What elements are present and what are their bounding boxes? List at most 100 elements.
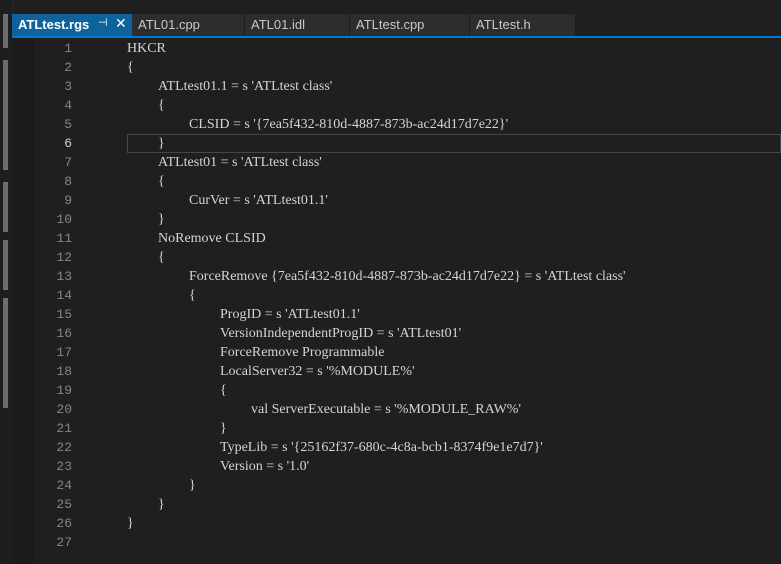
- code-line[interactable]: 10}: [12, 210, 781, 229]
- code-line[interactable]: 7 ATLtest01 = s 'ATLtest class': [12, 153, 781, 172]
- code-line[interactable]: 5 CLSID = s '{7ea5f432-810d-4887-873b-ac2…: [12, 115, 781, 134]
- code-line-area[interactable]: CLSID = s '{7ea5f432-810d-4887-873b-ac24…: [127, 115, 781, 134]
- tool-window-tab-3[interactable]: [3, 182, 8, 232]
- code-line[interactable]: 9 CurVer = s 'ATLtest01.1': [12, 191, 781, 210]
- code-line[interactable]: 1 HKCR: [12, 39, 781, 58]
- code-text[interactable]: }: [189, 476, 196, 495]
- code-line[interactable]: 18 LocalServer32 = s '%MODULE%': [12, 362, 781, 381]
- tab-atl01-cpp[interactable]: ATL01.cpp: [132, 14, 244, 36]
- code-text[interactable]: CLSID = s '{7ea5f432-810d-4887-873b-ac24…: [189, 115, 508, 134]
- code-line[interactable]: 22 TypeLib = s '{25162f37-680c-4c8a-bcb1-…: [12, 438, 781, 457]
- code-text[interactable]: NoRemove CLSID: [158, 229, 266, 248]
- code-line-area[interactable]: }: [127, 419, 781, 438]
- code-text[interactable]: VersionIndependentProgID = s 'ATLtest01': [220, 324, 461, 343]
- code-line-area[interactable]: }: [127, 476, 781, 495]
- code-text[interactable]: LocalServer32 = s '%MODULE%': [220, 362, 415, 381]
- code-line-area[interactable]: NoRemove CLSID: [127, 229, 781, 248]
- code-text[interactable]: val ServerExecutable = s '%MODULE_RAW%': [251, 400, 521, 419]
- code-line-area[interactable]: VersionIndependentProgID = s 'ATLtest01': [127, 324, 781, 343]
- code-line-area[interactable]: }: [127, 514, 781, 533]
- code-text[interactable]: }: [158, 134, 165, 153]
- code-line-area[interactable]: {: [127, 286, 781, 305]
- close-icon[interactable]: ✕: [115, 15, 127, 32]
- line-number: 13: [56, 269, 72, 284]
- code-line-area[interactable]: [127, 533, 781, 552]
- code-text[interactable]: }: [158, 210, 165, 229]
- code-text[interactable]: ATLtest01.1 = s 'ATLtest class': [158, 77, 332, 96]
- code-line-area[interactable]: }: [127, 210, 781, 229]
- code-line[interactable]: 15 ProgID = s 'ATLtest01.1': [12, 305, 781, 324]
- code-text[interactable]: ForceRemove {7ea5f432-810d-4887-873b-ac2…: [189, 267, 626, 286]
- code-line[interactable]: 6}: [12, 134, 781, 153]
- code-line[interactable]: 13 ForceRemove {7ea5f432-810d-4887-873b-a…: [12, 267, 781, 286]
- line-number: 15: [56, 307, 72, 322]
- line-number: 14: [56, 288, 72, 303]
- code-text[interactable]: }: [127, 514, 134, 533]
- code-line-area[interactable]: HKCR: [127, 39, 781, 58]
- code-line-area[interactable]: }: [127, 134, 781, 153]
- code-text[interactable]: {: [158, 172, 165, 191]
- code-text[interactable]: }: [220, 419, 227, 438]
- code-text[interactable]: {: [158, 248, 165, 267]
- code-line-area[interactable]: {: [127, 381, 781, 400]
- code-line-area[interactable]: ProgID = s 'ATLtest01.1': [127, 305, 781, 324]
- code-line[interactable]: 11 NoRemove CLSID: [12, 229, 781, 248]
- code-line-area[interactable]: ForceRemove {7ea5f432-810d-4887-873b-ac2…: [127, 267, 781, 286]
- tool-window-tab-2[interactable]: [3, 60, 8, 170]
- code-editor[interactable]: 1 HKCR 2{3 ATLtest01.1 = s 'ATLtest class' 4…: [12, 38, 781, 564]
- code-line-area[interactable]: CurVer = s 'ATLtest01.1': [127, 191, 781, 210]
- code-line-area[interactable]: val ServerExecutable = s '%MODULE_RAW%': [127, 400, 781, 419]
- tab-atltest-rgs[interactable]: ATLtest.rgs ⊣ ✕: [12, 14, 132, 36]
- line-number: 20: [56, 402, 72, 417]
- code-line[interactable]: 27: [12, 533, 781, 552]
- code-line-area[interactable]: {: [127, 248, 781, 267]
- code-line[interactable]: 23 Version = s '1.0': [12, 457, 781, 476]
- code-line[interactable]: 25}: [12, 495, 781, 514]
- code-line-area[interactable]: }: [127, 495, 781, 514]
- code-line[interactable]: 17 ForceRemove Programmable: [12, 343, 781, 362]
- tab-atltest-cpp[interactable]: ATLtest.cpp: [350, 14, 469, 36]
- code-line[interactable]: 26}: [12, 514, 781, 533]
- code-text[interactable]: ForceRemove Programmable: [220, 343, 384, 362]
- code-text[interactable]: {: [127, 58, 134, 77]
- code-line[interactable]: 12 {: [12, 248, 781, 267]
- code-line-area[interactable]: Version = s '1.0': [127, 457, 781, 476]
- tool-window-tab-1[interactable]: [3, 14, 8, 48]
- code-text[interactable]: {: [158, 96, 165, 115]
- code-text[interactable]: {: [220, 381, 227, 400]
- code-line[interactable]: 8{: [12, 172, 781, 191]
- code-text[interactable]: }: [158, 495, 165, 514]
- code-line-area[interactable]: ATLtest01 = s 'ATLtest class': [127, 153, 781, 172]
- code-line[interactable]: 16 VersionIndependentProgID = s 'ATLtest0…: [12, 324, 781, 343]
- code-line-area[interactable]: LocalServer32 = s '%MODULE%': [127, 362, 781, 381]
- tool-window-tab-5[interactable]: [3, 298, 8, 408]
- code-line-area[interactable]: ForceRemove Programmable: [127, 343, 781, 362]
- code-text[interactable]: ATLtest01 = s 'ATLtest class': [158, 153, 322, 172]
- code-line[interactable]: 14 {: [12, 286, 781, 305]
- tool-window-tab-4[interactable]: [3, 240, 8, 290]
- code-line-area[interactable]: {: [127, 58, 781, 77]
- code-line[interactable]: 4{: [12, 96, 781, 115]
- code-line[interactable]: 20 val ServerExecutable = s '%MODULE_RAW%…: [12, 400, 781, 419]
- tab-atltest-h[interactable]: ATLtest.h: [470, 14, 575, 36]
- code-text[interactable]: CurVer = s 'ATLtest01.1': [189, 191, 328, 210]
- tab-label: ATLtest.rgs: [18, 17, 90, 32]
- code-text[interactable]: {: [189, 286, 196, 305]
- code-text[interactable]: TypeLib = s '{25162f37-680c-4c8a-bcb1-83…: [220, 438, 543, 457]
- line-number: 21: [56, 421, 72, 436]
- code-text[interactable]: ProgID = s 'ATLtest01.1': [220, 305, 360, 324]
- code-line[interactable]: 19 {: [12, 381, 781, 400]
- line-number: 19: [56, 383, 72, 398]
- tab-atl01-idl[interactable]: ATL01.idl: [245, 14, 349, 36]
- code-line-area[interactable]: {: [127, 172, 781, 191]
- pin-icon[interactable]: ⊣: [98, 16, 108, 29]
- code-line-area[interactable]: ATLtest01.1 = s 'ATLtest class': [127, 77, 781, 96]
- code-text[interactable]: HKCR: [127, 39, 166, 58]
- code-line[interactable]: 2{: [12, 58, 781, 77]
- code-line[interactable]: 21}: [12, 419, 781, 438]
- code-line[interactable]: 3 ATLtest01.1 = s 'ATLtest class': [12, 77, 781, 96]
- code-text[interactable]: Version = s '1.0': [220, 457, 309, 476]
- code-line-area[interactable]: {: [127, 96, 781, 115]
- code-line-area[interactable]: TypeLib = s '{25162f37-680c-4c8a-bcb1-83…: [127, 438, 781, 457]
- code-line[interactable]: 24}: [12, 476, 781, 495]
